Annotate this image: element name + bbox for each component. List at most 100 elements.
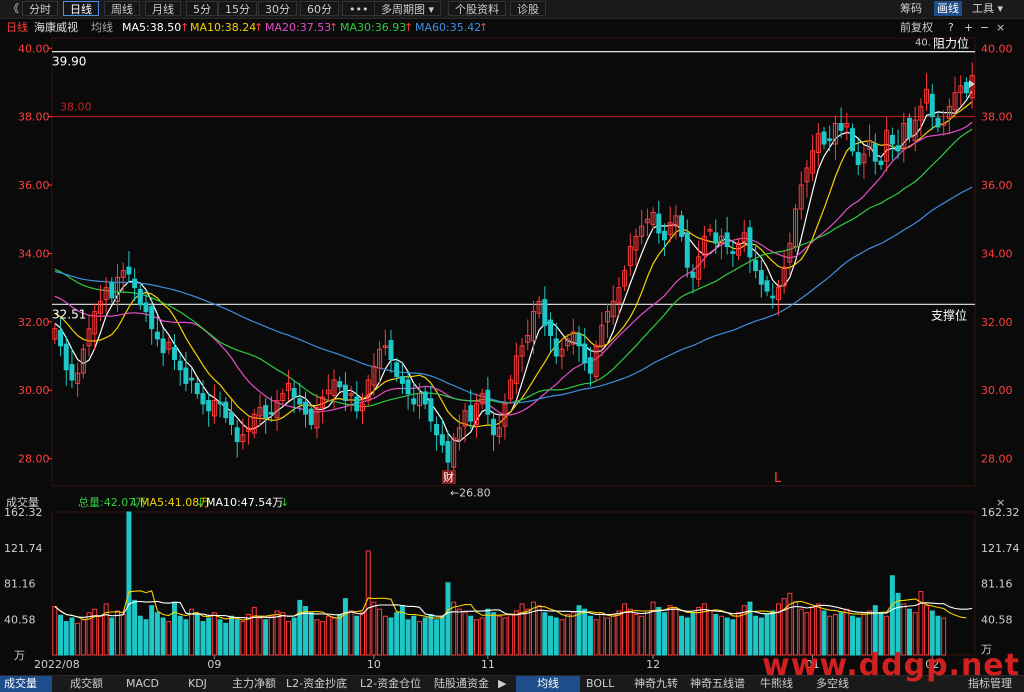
tabs-next-icon[interactable]: ▶ [494,676,510,692]
candle-body [445,441,451,463]
volume-bar [610,613,616,656]
candle-body [160,338,166,354]
tab-boll[interactable]: BOLL [582,676,618,692]
tab-l2-bottom[interactable]: L2-资金抄底 [282,676,351,692]
candle-body [63,343,69,371]
volume-bar [462,612,468,656]
candle-body [747,227,753,258]
candle-body [354,396,360,412]
candle-body [308,408,314,425]
volume-bar [240,621,246,656]
candle-body [963,81,969,94]
tab-turnover[interactable]: 成交额 [66,676,107,692]
candle-body [935,117,941,128]
candle-body [753,259,759,272]
tab-kdj[interactable]: KDJ [184,676,211,692]
volume-bar [787,592,793,656]
ma60-line [54,186,973,404]
candle-body [189,377,195,381]
candle-body [491,418,497,436]
volume-bar [251,606,257,656]
candle-body [468,405,474,422]
volume-bar [297,599,303,656]
tab-l2-position[interactable]: L2-资金仓位 [356,676,425,692]
volume-bar [63,621,69,656]
ma20-line [54,121,973,416]
volume-bar [496,615,502,656]
volume-bar [52,606,58,656]
price-tick-left: 40.00 [18,42,50,55]
chart-canvas[interactable]: 28.00 28.00 30.00 30.00 32.00 32.00 34.00 34.00… [0,0,1024,691]
candle-body [405,379,411,395]
volume-bar [172,601,177,656]
candle-body [126,266,132,275]
volume-bar [268,615,274,656]
tab-macd[interactable]: MACD [122,676,163,692]
volume-bar [189,608,195,656]
price-tick-right: 34.00 [981,247,1013,260]
volume-bar [627,608,633,656]
candle-body [587,357,593,374]
candle-body [929,93,935,118]
volume-bar [217,619,223,656]
volume-bar [724,617,730,656]
volume-bar [325,615,331,656]
candle-body [827,138,833,142]
ma-lines [54,90,973,443]
volume-bar [553,617,559,656]
tab-main-net[interactable]: 主力净额 [228,676,280,692]
volume-bar [530,601,536,656]
candle-body [149,305,155,330]
x-label: 12 [646,658,660,671]
candle-body [194,382,200,395]
tab-volume[interactable]: 成交量 [0,676,52,692]
volume-bar [468,615,474,656]
watermark: www.ddgp.net [762,648,1020,683]
candle-body [69,364,75,381]
cai-badge: 财 [443,470,454,484]
volume-bar [416,621,422,656]
volume-bar [713,613,719,656]
volume-bar [696,606,702,656]
candle-body [342,384,348,402]
volume-bar [781,598,787,656]
volume-tick-right: 40.58 [981,613,1013,626]
price-tick-right: 28.00 [981,453,1013,466]
tab-ma-line[interactable]: 均线 [516,676,580,692]
candle-body [679,215,685,237]
volume-bar [570,612,576,656]
volume-bar [69,617,75,656]
x-label: 10 [367,658,381,671]
volume-bar [348,610,354,656]
candle-body [177,360,183,371]
volume-close-icon[interactable]: × [996,494,1005,511]
candle-body [582,343,588,364]
volume-bar [479,617,485,656]
volume-bar [388,617,394,656]
volume-bar [371,601,377,656]
candle-body [889,134,895,145]
volume-bar [206,617,212,656]
candle-body [206,400,212,412]
tab-northbound[interactable]: 陆股通资金 [430,676,493,692]
volume-bar [103,603,109,656]
candle-body [422,391,428,405]
volume-bar [548,615,554,656]
annotations: 39.90阻力位40.32.51 支撑位38.00←26.80财 L [52,36,975,499]
tab-magic-five[interactable]: 神奇五线谱 [686,676,749,692]
volume-bar [684,617,690,656]
volume-bar [434,619,440,656]
volume-ma10-line [54,600,973,619]
candle-body [730,251,736,254]
candle-body [548,319,554,337]
volume-bar [126,511,132,656]
volume-bar [194,613,200,656]
volume-tick-left: 81.16 [4,578,36,591]
volume-ma10: MA10:47.54万 [206,496,284,509]
candle-body [485,389,491,415]
volume-bar [377,608,383,656]
candle-body [542,299,548,326]
tab-magic-nine[interactable]: 神奇九转 [630,676,682,692]
volume-bar [280,612,286,656]
volume-bar [451,601,457,656]
